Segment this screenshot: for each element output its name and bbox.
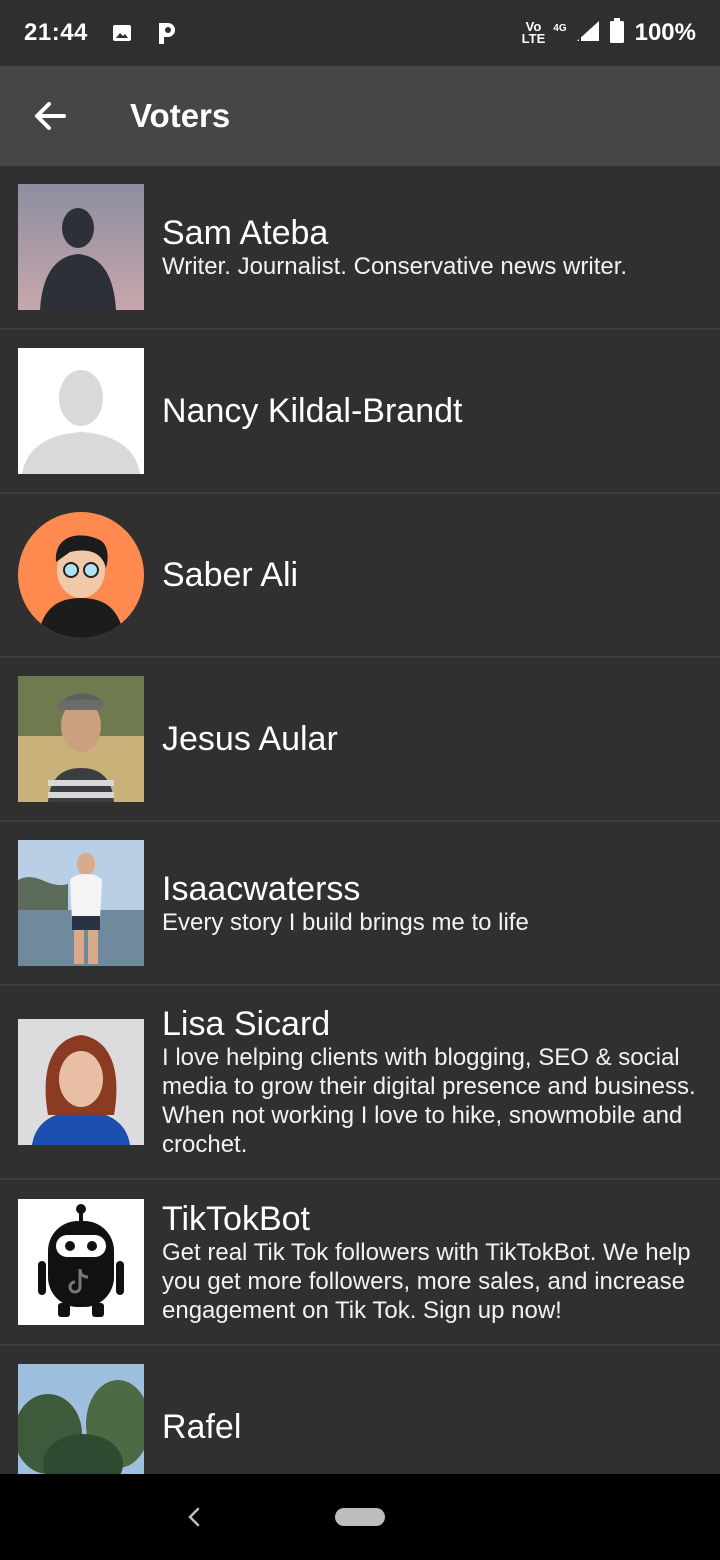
- system-nav-bar: [0, 1474, 720, 1560]
- avatar: [18, 348, 144, 474]
- avatar: [18, 184, 144, 310]
- voter-row[interactable]: Jesus Aular: [0, 658, 720, 822]
- chevron-left-icon: [188, 1507, 200, 1527]
- voter-name: Nancy Kildal-Brandt: [162, 392, 463, 430]
- avatar: [18, 512, 144, 638]
- voter-bio: Get real Tik Tok followers with TikTokBo…: [162, 1238, 691, 1324]
- voter-row[interactable]: Isaacwaterss Every story I build brings …: [0, 822, 720, 986]
- nav-home-pill[interactable]: [335, 1508, 385, 1526]
- voter-bio: Every story I build brings me to life: [162, 908, 529, 936]
- voter-text: Jesus Aular: [162, 720, 354, 758]
- signal-icon: [575, 19, 601, 48]
- voter-name: Jesus Aular: [162, 720, 338, 758]
- p-app-icon: [156, 20, 178, 46]
- avatar: [18, 1199, 144, 1325]
- voter-text: Isaacwaterss Every story I build brings …: [162, 870, 545, 937]
- voter-row[interactable]: Lisa Sicard I love helping clients with …: [0, 986, 720, 1180]
- battery-icon: [609, 17, 625, 49]
- voter-bio: I love helping clients with blogging, SE…: [162, 1044, 696, 1158]
- voter-list[interactable]: Sam Ateba Writer. Journalist. Conservati…: [0, 166, 720, 1474]
- voter-name: Rafel: [162, 1408, 242, 1446]
- avatar: [18, 840, 144, 966]
- avatar: [18, 676, 144, 802]
- voter-row[interactable]: Rafel: [0, 1346, 720, 1474]
- voter-name: Saber Ali: [162, 556, 299, 594]
- avatar: [18, 1364, 144, 1474]
- back-button[interactable]: [0, 66, 100, 166]
- voter-bio: Writer. Journalist. Conservative news wr…: [162, 252, 628, 280]
- voter-name: Isaacwaterss: [162, 869, 361, 908]
- voter-text: TikTokBot Get real Tik Tok followers wit…: [162, 1200, 720, 1325]
- voter-name: Sam Ateba: [162, 213, 329, 252]
- battery-percent: 100%: [634, 19, 696, 46]
- nav-back-button[interactable]: [185, 1502, 203, 1537]
- network-type: 4G: [553, 22, 567, 34]
- volte-indicator: Vo LTE: [521, 20, 546, 46]
- app-bar: Voters: [0, 66, 720, 166]
- voter-row[interactable]: TikTokBot Get real Tik Tok followers wit…: [0, 1180, 720, 1346]
- voter-text: Sam Ateba Writer. Journalist. Conservati…: [162, 214, 643, 281]
- avatar: [18, 1019, 144, 1145]
- status-bar: 21:44 Vo LTE 4G 100%: [0, 0, 720, 66]
- image-icon: [112, 24, 132, 42]
- page-title: Voters: [130, 97, 231, 134]
- arrow-left-icon: [35, 102, 66, 130]
- voter-row[interactable]: Sam Ateba Writer. Journalist. Conservati…: [0, 166, 720, 330]
- voter-text: Saber Ali: [162, 556, 314, 594]
- voter-row[interactable]: Saber Ali: [0, 494, 720, 658]
- voter-name: Lisa Sicard: [162, 1005, 331, 1043]
- voter-row[interactable]: Nancy Kildal-Brandt: [0, 330, 720, 494]
- voter-text: Nancy Kildal-Brandt: [162, 392, 478, 430]
- voter-text: Rafel: [162, 1408, 257, 1446]
- voter-text: Lisa Sicard I love helping clients with …: [162, 1005, 720, 1159]
- status-time: 21:44: [24, 19, 88, 46]
- volte-bottom: LTE: [521, 31, 546, 46]
- voter-name: TikTokBot: [162, 1199, 311, 1238]
